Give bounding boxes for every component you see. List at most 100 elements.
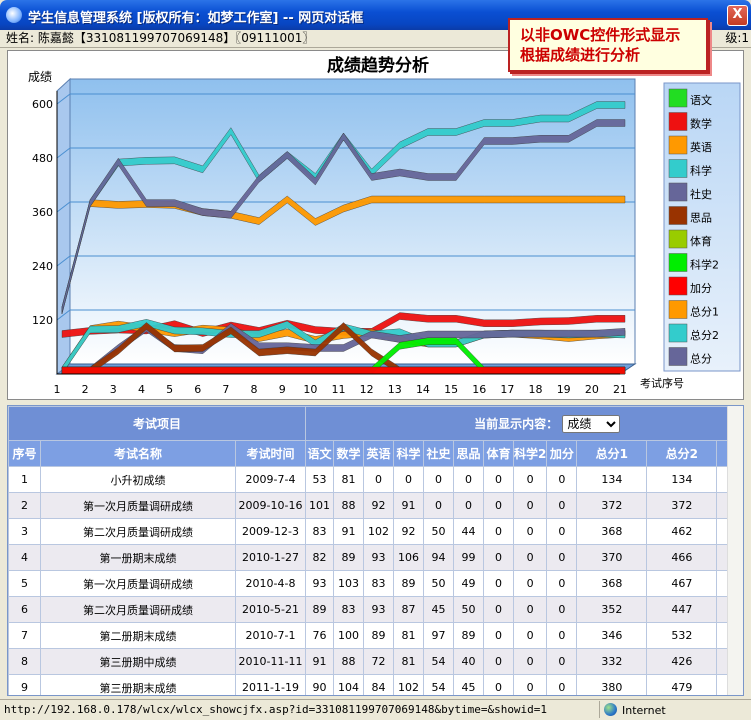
- legend-label: 社史: [690, 187, 712, 201]
- table-cell: 93: [363, 596, 394, 623]
- table-cell: 532: [646, 622, 718, 649]
- table-cell: 0: [512, 570, 548, 597]
- table-row: 7 第二册期末成绩 2010-7-1 76 100 89 81 97 89 0 0 0 346 532: [8, 622, 732, 649]
- table-cell: 97: [423, 622, 454, 649]
- table-cell: 0: [546, 648, 578, 675]
- column-header: 思品: [453, 440, 484, 467]
- table-row: 3 第二次月质量调研成绩 2009-12-3 83 91 102 92 50 44 0 0 0 368 4…: [8, 518, 732, 545]
- table-cell: 5: [8, 570, 41, 597]
- callout-line-1: 以非OWC控件形式显示: [520, 26, 681, 44]
- table-row: 8 第三册期中成绩 2010-11-11 91 88 72 81 54 40 0 0 0 332 426: [8, 648, 732, 675]
- table-cell: 479: [646, 674, 718, 695]
- table-cell: 第一次月质量调研成绩: [40, 570, 236, 597]
- status-bar: http://192.168.0.178/wlcx/wlcx_showcjfx.…: [0, 699, 751, 719]
- table-cell: 368: [576, 518, 648, 545]
- x-tick-label: 21: [613, 383, 627, 396]
- table-cell: 0: [363, 466, 394, 493]
- table-cell: 0: [453, 492, 484, 519]
- table-cell: 426: [646, 648, 718, 675]
- table-row: 4 第一册期末成绩 2010-1-27 82 89 93 106 94 99 0 0 0 370 466: [8, 544, 732, 571]
- table-cell: 2011-1-19: [235, 674, 306, 695]
- trend-chart-panel: 成绩趋势分析 成绩 考试序号 120 240 360 480 600 1 2 3 4 5 6 7 8 9 10 1…: [7, 50, 744, 400]
- column-header: 科学2: [512, 440, 548, 467]
- table-row: 6 第二次月质量调研成绩 2010-5-21 89 83 93 87 45 50 0 0 0 352 44…: [8, 596, 732, 623]
- table-cell: 第一册期末成绩: [40, 544, 236, 571]
- table-cell: 0: [546, 466, 578, 493]
- x-tick-label: 4: [138, 383, 145, 396]
- table-scrollbar[interactable]: [727, 406, 743, 695]
- table-cell: 44: [453, 518, 484, 545]
- table-cell: 0: [512, 622, 548, 649]
- table-cell: 54: [423, 648, 454, 675]
- x-tick-label: 17: [500, 383, 514, 396]
- legend-swatch-5: [668, 206, 688, 225]
- table-cell: 45: [423, 596, 454, 623]
- table-cell: 第二次月质量调研成绩: [40, 596, 236, 623]
- globe-icon: [604, 703, 617, 716]
- close-button[interactable]: X: [727, 5, 748, 26]
- x-tick-label: 14: [416, 383, 430, 396]
- table-cell: 83: [305, 518, 334, 545]
- status-url: http://192.168.0.178/wlcx/wlcx_showcjfx.…: [4, 703, 548, 716]
- column-header: 体育: [483, 440, 514, 467]
- table-cell: 0: [483, 648, 514, 675]
- table-cell: 50: [423, 518, 454, 545]
- x-tick-label: 6: [194, 383, 201, 396]
- y-tick-label: 360: [32, 206, 53, 219]
- table-cell: 0: [546, 492, 578, 519]
- x-tick-label: 15: [444, 383, 458, 396]
- table-cell: 50: [453, 596, 484, 623]
- table-cell: 54: [423, 674, 454, 695]
- column-header: 总分2: [646, 440, 718, 467]
- table-cell: 332: [576, 648, 648, 675]
- legend-label: 科学: [690, 164, 712, 178]
- table-cell: 0: [483, 544, 514, 571]
- table-cell: 447: [646, 596, 718, 623]
- exam-item-group-header: 考试项目: [8, 406, 306, 441]
- y-tick-label: 600: [32, 98, 53, 111]
- table-cell: 89: [363, 622, 394, 649]
- table-body: 1 小升初成绩 2009-7-4 53 81 0 0 0 0 0 0 0 134 134 2 第一次月质量调研…: [8, 466, 732, 695]
- x-tick-label: 1: [54, 383, 61, 396]
- column-header-row: 序号 考试名称 考试时间 语文 数学 英语 科学 社史 思品 体育 科学2 加分 总分1 总分2: [8, 440, 732, 467]
- table-cell: 134: [576, 466, 648, 493]
- table-cell: 6: [8, 596, 41, 623]
- table-cell: 380: [576, 674, 648, 695]
- table-cell: 89: [305, 596, 334, 623]
- table-cell: 0: [546, 570, 578, 597]
- x-tick-label: 20: [585, 383, 599, 396]
- table-cell: 第三册期末成绩: [40, 674, 236, 695]
- table-cell: 2010-11-11: [235, 648, 306, 675]
- table-cell: 2010-1-27: [235, 544, 306, 571]
- scores-table-panel: 考试项目 当前显示内容： 成绩 序号 考试名称 考试时间 语文 数学 英语 科学 社史 思品 体育…: [7, 405, 744, 696]
- table-cell: 0: [546, 596, 578, 623]
- table-cell: 0: [453, 466, 484, 493]
- table-cell: 88: [333, 648, 364, 675]
- legend-swatch-9: [668, 300, 688, 319]
- table-cell: 100: [333, 622, 364, 649]
- column-header: 英语: [363, 440, 394, 467]
- y-tick-label: 120: [32, 314, 53, 327]
- x-tick-label: 8: [251, 383, 258, 396]
- display-content-select[interactable]: 成绩: [562, 414, 621, 433]
- table-cell: 2: [8, 492, 41, 519]
- table-cell: 53: [305, 466, 334, 493]
- x-tick-label: 7: [222, 383, 229, 396]
- student-info-text: 姓名: 陈嘉懿【331081199707069148】〖09111001〗: [6, 31, 315, 45]
- legend-label: 加分: [690, 282, 712, 295]
- table-cell: 0: [512, 492, 548, 519]
- table-cell: 3: [8, 518, 41, 545]
- table-cell: 50: [423, 570, 454, 597]
- table-cell: 0: [483, 622, 514, 649]
- x-tick-label: 11: [332, 383, 346, 396]
- grade-info-text: 级:1: [725, 31, 749, 45]
- legend-label: 数学: [690, 117, 712, 131]
- table-cell: 2009-12-3: [235, 518, 306, 545]
- display-content-header: 当前显示内容： 成绩: [304, 406, 732, 441]
- legend-swatch-0: [668, 88, 688, 108]
- legend-swatch-7: [668, 253, 688, 272]
- column-header: 加分: [546, 440, 578, 467]
- table-cell: 372: [646, 492, 718, 519]
- x-tick-label: 16: [472, 383, 486, 396]
- table-cell: 2009-7-4: [235, 466, 306, 493]
